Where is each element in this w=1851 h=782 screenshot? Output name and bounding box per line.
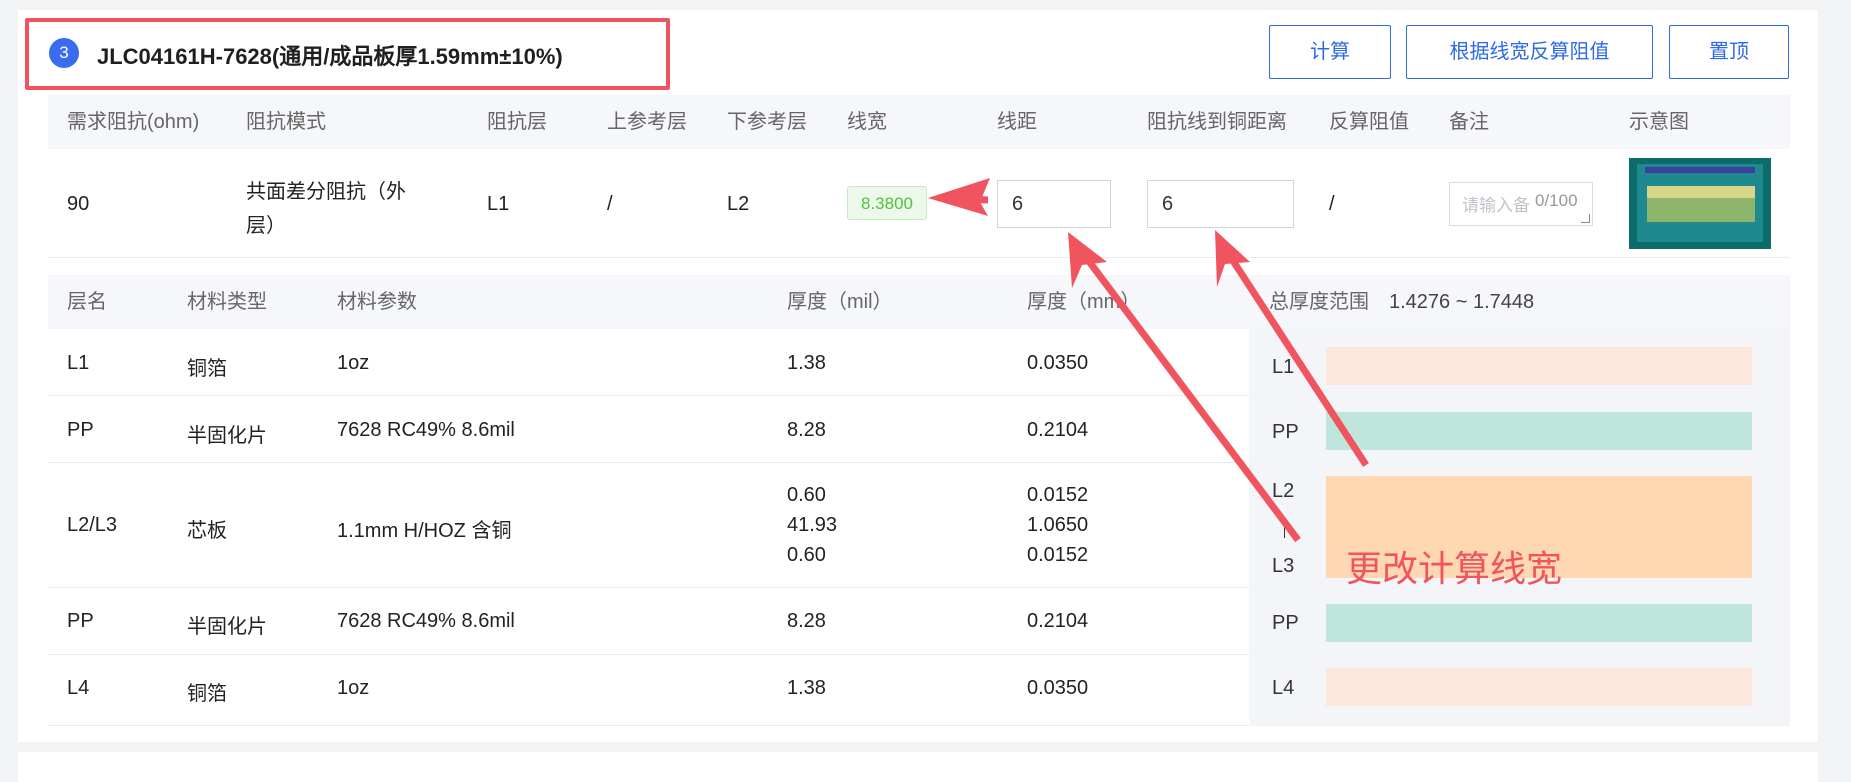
annotation-text: 更改计算线宽 xyxy=(1346,548,1563,589)
arrow-to-spacing xyxy=(1079,249,1301,543)
arrow-to-copper-distance xyxy=(1223,248,1369,467)
arrow-head-line-width xyxy=(928,178,990,216)
annotation-arrows xyxy=(928,178,1369,543)
